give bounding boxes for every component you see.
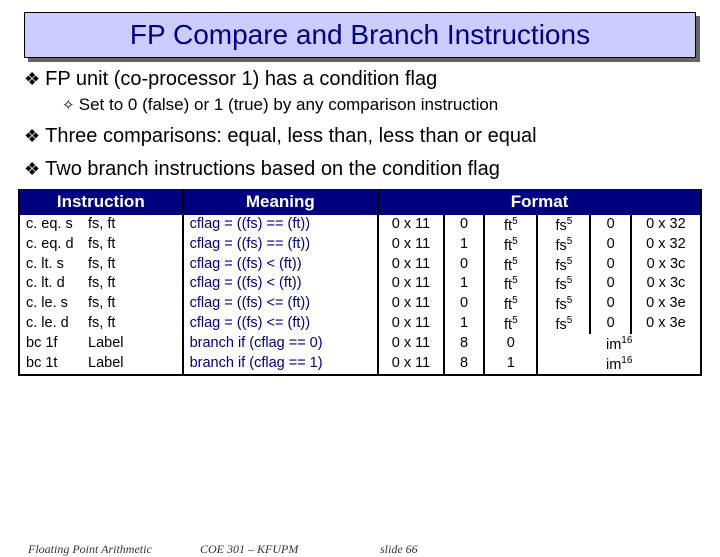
cell-instruction: bc 1f Label: [19, 334, 183, 354]
cell-fmt: 0 x 32: [631, 215, 701, 235]
col-instruction: Instruction: [19, 189, 183, 215]
footer-center: COE 301 – KFUPM: [200, 542, 298, 557]
cell-instruction: c. le. s fs, ft: [19, 294, 183, 314]
cell-fmt: 0 x 11: [378, 274, 444, 294]
table-row: c. lt. d fs, ftcflag = ((fs) < (ft))0 x …: [19, 274, 701, 294]
cell-fmt: ft5: [484, 235, 537, 255]
slide-title: FP Compare and Branch Instructions: [24, 12, 696, 58]
cell-fmt: fs5: [537, 314, 590, 334]
cell-fmt: 1: [444, 314, 484, 334]
cell-fmt: ft5: [484, 294, 537, 314]
cell-fmt: 0: [590, 274, 630, 294]
cell-fmt: fs5: [537, 255, 590, 275]
cell-fmt: 0 x 11: [378, 215, 444, 235]
cell-fmt: fs5: [537, 215, 590, 235]
table-row: c. le. d fs, ftcflag = ((fs) <= (ft))0 x…: [19, 314, 701, 334]
cell-fmt: 0 x 11: [378, 334, 444, 354]
cell-meaning: cflag = ((fs) < (ft)): [183, 274, 378, 294]
cell-meaning: cflag = ((fs) <= (ft)): [183, 294, 378, 314]
cell-fmt: 1: [484, 354, 537, 375]
table-row: bc 1t Labelbranch if (cflag == 1)0 x 118…: [19, 354, 701, 375]
cell-instruction: c. eq. d fs, ft: [19, 235, 183, 255]
table-header-row: Instruction Meaning Format: [19, 189, 701, 215]
cell-instruction: c. eq. s fs, ft: [19, 215, 183, 235]
cell-instruction: c. lt. s fs, ft: [19, 255, 183, 275]
cell-fmt: 8: [444, 354, 484, 375]
cell-fmt: 1: [444, 235, 484, 255]
cell-fmt: 0 x 11: [378, 354, 444, 375]
cell-fmt: ft5: [484, 314, 537, 334]
cell-instruction: c. lt. d fs, ft: [19, 274, 183, 294]
table-row: c. le. s fs, ftcflag = ((fs) <= (ft))0 x…: [19, 294, 701, 314]
cell-fmt: 0 x 3c: [631, 274, 701, 294]
instruction-table: Instruction Meaning Format c. eq. s fs, …: [18, 189, 702, 376]
cell-fmt: 0 x 3e: [631, 294, 701, 314]
cell-fmt: 8: [444, 334, 484, 354]
cell-instruction: c. le. d fs, ft: [19, 314, 183, 334]
cell-fmt: 0: [590, 314, 630, 334]
cell-fmt: 0 x 3e: [631, 314, 701, 334]
cell-fmt: 0 x 11: [378, 255, 444, 275]
cell-meaning: cflag = ((fs) < (ft)): [183, 255, 378, 275]
col-format: Format: [378, 189, 701, 215]
table-row: c. lt. s fs, ftcflag = ((fs) < (ft))0 x …: [19, 255, 701, 275]
col-meaning: Meaning: [183, 189, 378, 215]
cell-fmt: ft5: [484, 255, 537, 275]
cell-fmt: 0: [590, 255, 630, 275]
cell-meaning: cflag = ((fs) == (ft)): [183, 235, 378, 255]
cell-fmt: 0: [484, 334, 537, 354]
cell-meaning: cflag = ((fs) <= (ft)): [183, 314, 378, 334]
cell-fmt: ft5: [484, 274, 537, 294]
cell-fmt: 1: [444, 274, 484, 294]
cell-meaning: branch if (cflag == 0): [183, 334, 378, 354]
cell-fmt: fs5: [537, 235, 590, 255]
cell-fmt: 0 x 11: [378, 235, 444, 255]
cell-fmt: 0 x 32: [631, 235, 701, 255]
cell-fmt: im16: [537, 334, 701, 354]
cell-fmt: im16: [537, 354, 701, 375]
cell-meaning: branch if (cflag == 1): [183, 354, 378, 375]
cell-fmt: 0: [444, 294, 484, 314]
cell-instruction: bc 1t Label: [19, 354, 183, 375]
table-row: bc 1f Labelbranch if (cflag == 0)0 x 118…: [19, 334, 701, 354]
cell-fmt: 0 x 11: [378, 294, 444, 314]
bullet-1: FP unit (co-processor 1) has a condition…: [24, 68, 696, 91]
sub-bullet-1: Set to 0 (false) or 1 (true) by any comp…: [62, 95, 696, 115]
table-row: c. eq. s fs, ftcflag = ((fs) == (ft))0 x…: [19, 215, 701, 235]
bullet-2: Three comparisons: equal, less than, les…: [24, 125, 696, 148]
cell-fmt: 0: [444, 255, 484, 275]
cell-fmt: 0: [444, 215, 484, 235]
bullet-list: FP unit (co-processor 1) has a condition…: [24, 68, 696, 181]
footer-left: Floating Point Arithmetic: [28, 542, 152, 557]
table-row: c. eq. d fs, ftcflag = ((fs) == (ft))0 x…: [19, 235, 701, 255]
bullet-3: Two branch instructions based on the con…: [24, 158, 696, 181]
cell-fmt: 0 x 3c: [631, 255, 701, 275]
footer-right: slide 66: [380, 542, 418, 557]
cell-fmt: fs5: [537, 274, 590, 294]
cell-fmt: fs5: [537, 294, 590, 314]
cell-fmt: 0 x 11: [378, 314, 444, 334]
cell-fmt: ft5: [484, 215, 537, 235]
cell-fmt: 0: [590, 294, 630, 314]
cell-meaning: cflag = ((fs) == (ft)): [183, 215, 378, 235]
cell-fmt: 0: [590, 235, 630, 255]
cell-fmt: 0: [590, 215, 630, 235]
